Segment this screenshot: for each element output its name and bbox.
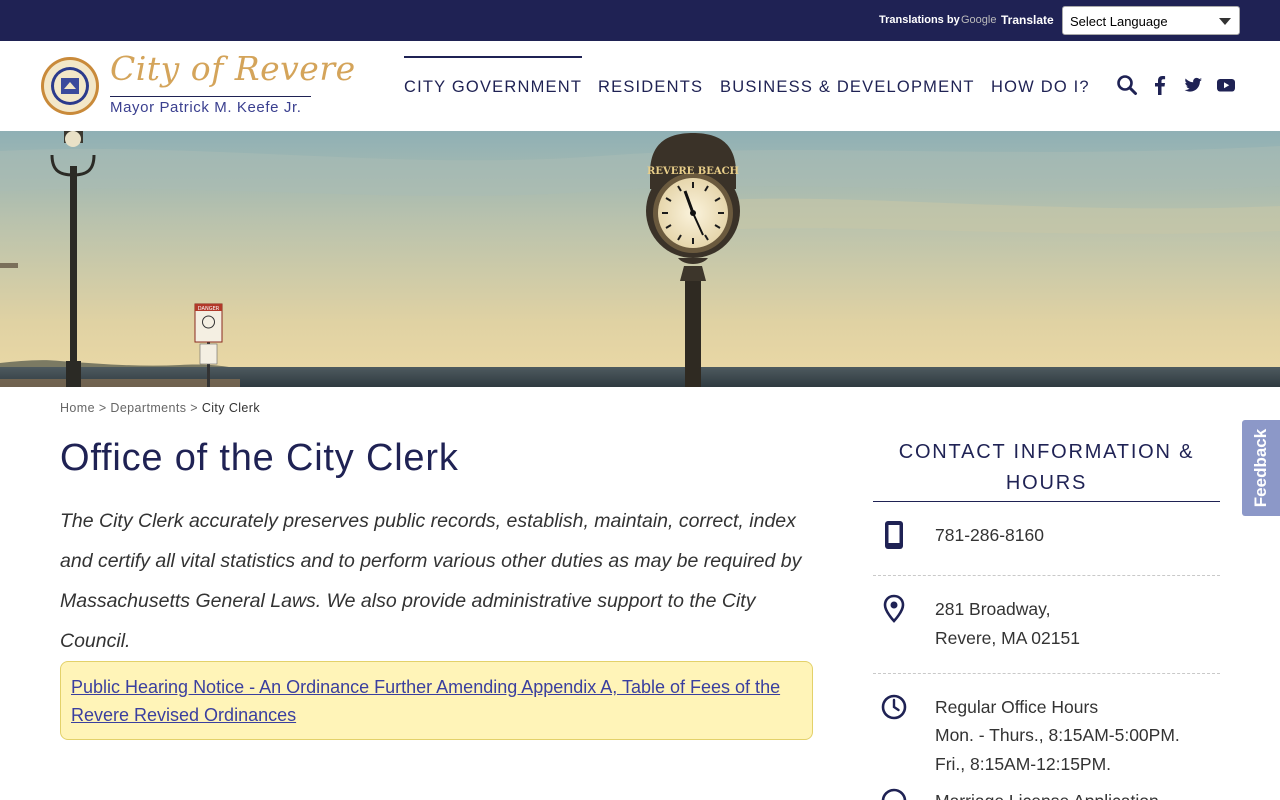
breadcrumb-home[interactable]: Home: [60, 401, 95, 415]
twitter-icon[interactable]: [1182, 74, 1204, 96]
phone-icon: [885, 521, 903, 549]
language-select[interactable]: Select Language: [1062, 6, 1240, 35]
top-bar: Translations by Google Translate Select …: [0, 0, 1280, 41]
breadcrumb-separator: >: [190, 401, 198, 415]
search-icon[interactable]: [1116, 74, 1138, 96]
contact-separator: [873, 575, 1220, 576]
contact-address-row: 281 Broadway, Revere, MA 02151: [873, 594, 1220, 654]
language-select-value: Select Language: [1070, 14, 1168, 29]
contact-heading: CONTACT INFORMATION & HOURS: [898, 441, 1195, 494]
hours-weekday: Mon. - Thurs., 8:15AM-5:00PM.: [935, 725, 1180, 745]
address-line2: Revere, MA 02151: [935, 628, 1080, 648]
breadcrumb: Home > Departments > City Clerk: [60, 401, 260, 415]
contact-marriage-row: Marriage License Application: [873, 786, 1220, 800]
breadcrumb-current: City Clerk: [201, 401, 260, 415]
address-line1: 281 Broadway,: [935, 599, 1051, 619]
danger-sign-text: DANGER: [198, 306, 220, 312]
nav-city-government[interactable]: CITY GOVERNMENT: [404, 56, 583, 97]
map-pin-icon: [883, 594, 905, 623]
nav-business-development[interactable]: BUSINESS & DEVELOPMENT: [720, 78, 975, 97]
clock-icon: [881, 788, 907, 800]
hours-friday: Fri., 8:15AM-12:15PM.: [935, 754, 1112, 774]
revere-beach-clock-photo: DANGER REVERE BEACH: [0, 131, 1280, 387]
translations-by-label: Translations by: [879, 14, 960, 26]
nav-residents[interactable]: RESIDENTS: [598, 78, 703, 97]
chevron-down-icon: [1219, 18, 1231, 25]
facebook-icon[interactable]: [1149, 74, 1171, 96]
mayor-name: Mayor Patrick M. Keefe Jr.: [110, 99, 302, 116]
notice-box: Public Hearing Notice - An Ordinance Fur…: [60, 661, 813, 740]
city-seal-logo[interactable]: [40, 56, 100, 116]
breadcrumb-departments[interactable]: Departments: [110, 401, 186, 415]
youtube-icon[interactable]: [1215, 74, 1237, 96]
public-hearing-notice-link[interactable]: Public Hearing Notice - An Ordinance Fur…: [71, 677, 780, 725]
clock-icon: [881, 694, 907, 720]
breadcrumb-separator: >: [98, 401, 107, 415]
translate-label: Translate: [1001, 13, 1054, 27]
title-divider: [110, 96, 311, 97]
phone-number[interactable]: 781-286-8160: [935, 521, 1044, 550]
hours-title: Regular Office Hours: [935, 697, 1099, 717]
marriage-license-label: Marriage License Application: [935, 787, 1159, 800]
contact-hours-row: Regular Office Hours Mon. - Thurs., 8:15…: [873, 692, 1220, 782]
contact-divider: [873, 501, 1220, 502]
contact-separator: [873, 673, 1220, 674]
contact-phone-row: 781-286-8160: [873, 520, 1220, 560]
google-logo-text: Google: [961, 14, 997, 26]
site-header: City of Revere Mayor Patrick M. Keefe Jr…: [0, 41, 1280, 131]
page-title: Office of the City Clerk: [60, 437, 459, 479]
site-title[interactable]: City of Revere: [110, 49, 356, 88]
feedback-tab[interactable]: Feedback: [1242, 420, 1280, 516]
nav-how-do-i[interactable]: HOW DO I?: [991, 78, 1090, 97]
intro-paragraph: The City Clerk accurately preserves publ…: [60, 510, 802, 652]
clock-sign-text: REVERE BEACH: [647, 166, 739, 177]
hero-banner: DANGER REVERE BEACH: [0, 131, 1280, 387]
feedback-label: Feedback: [1251, 428, 1270, 508]
